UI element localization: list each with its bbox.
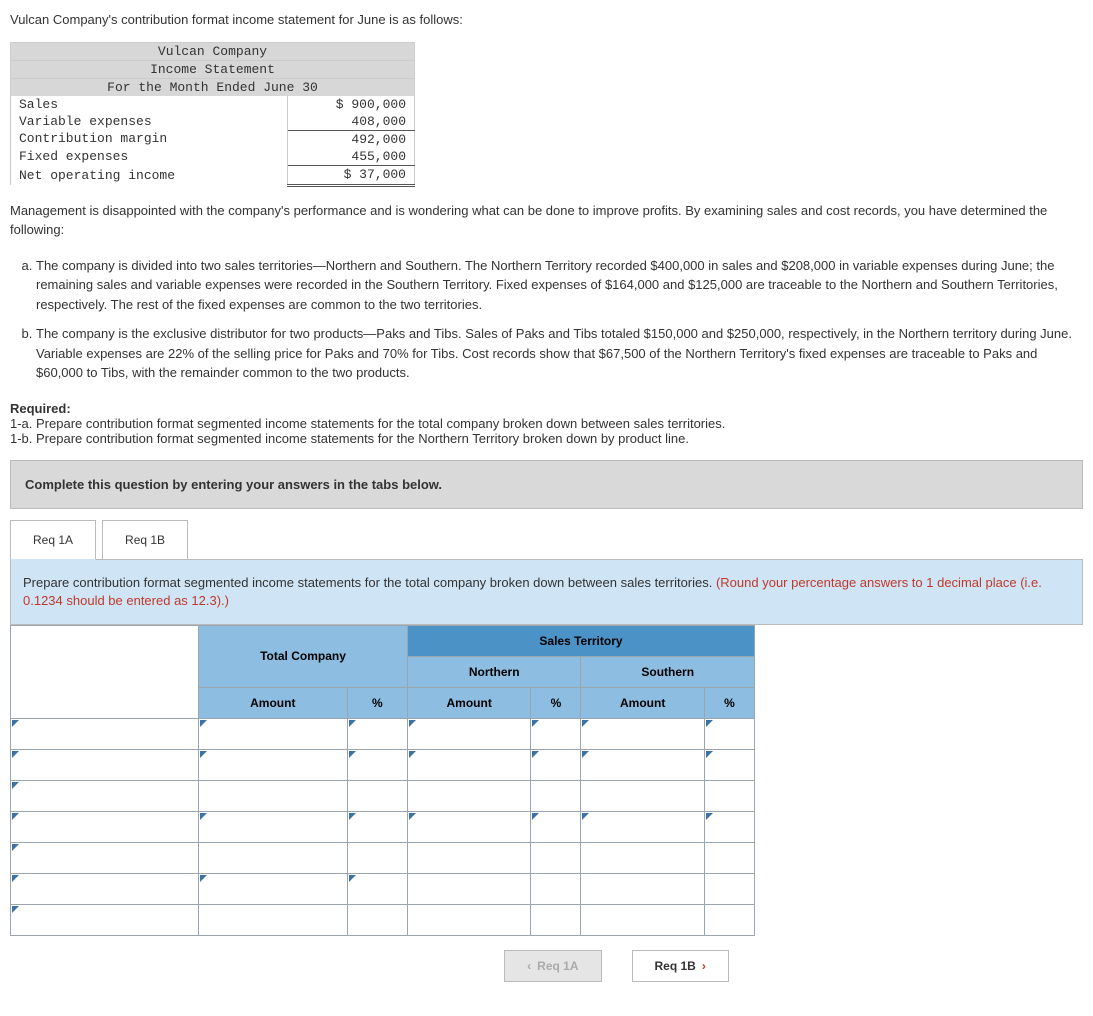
required-block: Required: 1-a. Prepare contribution form…	[10, 401, 1083, 446]
bottom-nav: ‹ Req 1A Req 1B ›	[150, 950, 1083, 982]
next-button[interactable]: Req 1B ›	[632, 950, 729, 982]
row-label-input-6[interactable]	[11, 873, 199, 904]
cell-readonly	[407, 904, 530, 935]
info-list: The company is divided into two sales te…	[10, 256, 1083, 383]
tab-strip: Req 1A Req 1B	[10, 519, 1083, 559]
cell-input[interactable]	[531, 749, 581, 780]
cell-input[interactable]	[581, 749, 704, 780]
cell-readonly	[531, 873, 581, 904]
para2: Management is disappointed with the comp…	[10, 201, 1083, 240]
sub-pct-1: %	[347, 687, 407, 718]
row-label-input-3[interactable]	[11, 780, 199, 811]
row-sales-value: $ 900,000	[288, 96, 415, 113]
income-statement-table: Vulcan Company Income Statement For the …	[10, 42, 415, 187]
cell-input[interactable]	[199, 811, 348, 842]
col-southern: Southern	[581, 656, 755, 687]
sub-amount-3: Amount	[581, 687, 704, 718]
cell-readonly	[531, 842, 581, 873]
intro-text: Vulcan Company's contribution format inc…	[10, 10, 1083, 30]
cell-input[interactable]	[347, 811, 407, 842]
stmt-header3: For the Month Ended June 30	[11, 78, 415, 96]
row-noi-label: Net operating income	[11, 165, 288, 185]
cell-input[interactable]	[531, 811, 581, 842]
sub-amount-2: Amount	[407, 687, 530, 718]
instruction-bar: Complete this question by entering your …	[10, 460, 1083, 509]
cell-readonly	[407, 842, 530, 873]
row-var-value: 408,000	[288, 113, 415, 131]
sub-pct-3: %	[704, 687, 754, 718]
cell-input[interactable]	[407, 718, 530, 749]
cell-readonly	[199, 904, 348, 935]
tab-instruction-panel: Prepare contribution format segmented in…	[10, 559, 1083, 625]
cell-input[interactable]	[199, 873, 348, 904]
col-northern: Northern	[407, 656, 580, 687]
cell-readonly	[407, 780, 530, 811]
row-cm-value: 492,000	[288, 130, 415, 148]
stmt-header1: Vulcan Company	[11, 42, 415, 60]
tab-req-1a[interactable]: Req 1A	[10, 520, 96, 560]
cell-input[interactable]	[531, 718, 581, 749]
cell-readonly	[704, 842, 754, 873]
col-total-company: Total Company	[199, 625, 408, 687]
row-label-input-4[interactable]	[11, 811, 199, 842]
cell-readonly	[407, 873, 530, 904]
cell-input[interactable]	[704, 749, 754, 780]
info-b: The company is the exclusive distributor…	[36, 324, 1083, 383]
cell-input[interactable]	[407, 811, 530, 842]
row-label-input-7[interactable]	[11, 904, 199, 935]
row-fixed-value: 455,000	[288, 148, 415, 166]
cell-readonly	[581, 904, 704, 935]
answer-table: Total Company Sales Territory Northern S…	[10, 625, 755, 936]
cell-input[interactable]	[407, 749, 530, 780]
col-sales-territory: Sales Territory	[407, 625, 754, 656]
cell-readonly	[704, 873, 754, 904]
cell-input[interactable]	[581, 811, 704, 842]
chevron-left-icon: ‹	[527, 959, 531, 973]
row-label-input-2[interactable]	[11, 749, 199, 780]
row-sales-label: Sales	[11, 96, 288, 113]
cell-input[interactable]	[347, 873, 407, 904]
required-1b: 1-b. Prepare contribution format segment…	[10, 431, 1083, 446]
cell-readonly	[581, 842, 704, 873]
cell-input[interactable]	[199, 749, 348, 780]
sub-pct-2: %	[531, 687, 581, 718]
row-fixed-label: Fixed expenses	[11, 148, 288, 166]
cell-readonly	[704, 904, 754, 935]
cell-readonly	[531, 904, 581, 935]
cell-readonly	[581, 873, 704, 904]
cell-readonly	[347, 904, 407, 935]
cell-readonly	[199, 780, 348, 811]
row-label-input-5[interactable]	[11, 842, 199, 873]
row-var-label: Variable expenses	[11, 113, 288, 131]
prev-label: Req 1A	[537, 959, 578, 973]
cell-input[interactable]	[704, 718, 754, 749]
cell-input[interactable]	[347, 749, 407, 780]
cell-readonly	[347, 780, 407, 811]
next-label: Req 1B	[655, 959, 696, 973]
cell-input[interactable]	[347, 718, 407, 749]
cell-readonly	[199, 842, 348, 873]
cell-input[interactable]	[704, 811, 754, 842]
cell-readonly	[347, 842, 407, 873]
prev-button: ‹ Req 1A	[504, 950, 601, 982]
info-a: The company is divided into two sales te…	[36, 256, 1083, 315]
stmt-header2: Income Statement	[11, 60, 415, 78]
sub-amount-1: Amount	[199, 687, 348, 718]
cell-readonly	[531, 780, 581, 811]
row-noi-value: $ 37,000	[288, 165, 415, 185]
cell-readonly	[704, 780, 754, 811]
row-label-input-1[interactable]	[11, 718, 199, 749]
required-1a: 1-a. Prepare contribution format segment…	[10, 416, 1083, 431]
cell-readonly	[581, 780, 704, 811]
tab-req-1b[interactable]: Req 1B	[102, 520, 188, 560]
required-header: Required:	[10, 401, 1083, 416]
tab-instr-black: Prepare contribution format segmented in…	[23, 575, 716, 590]
cell-input[interactable]	[581, 718, 704, 749]
cell-input[interactable]	[199, 718, 348, 749]
row-cm-label: Contribution margin	[11, 130, 288, 148]
chevron-right-icon: ›	[702, 959, 706, 973]
